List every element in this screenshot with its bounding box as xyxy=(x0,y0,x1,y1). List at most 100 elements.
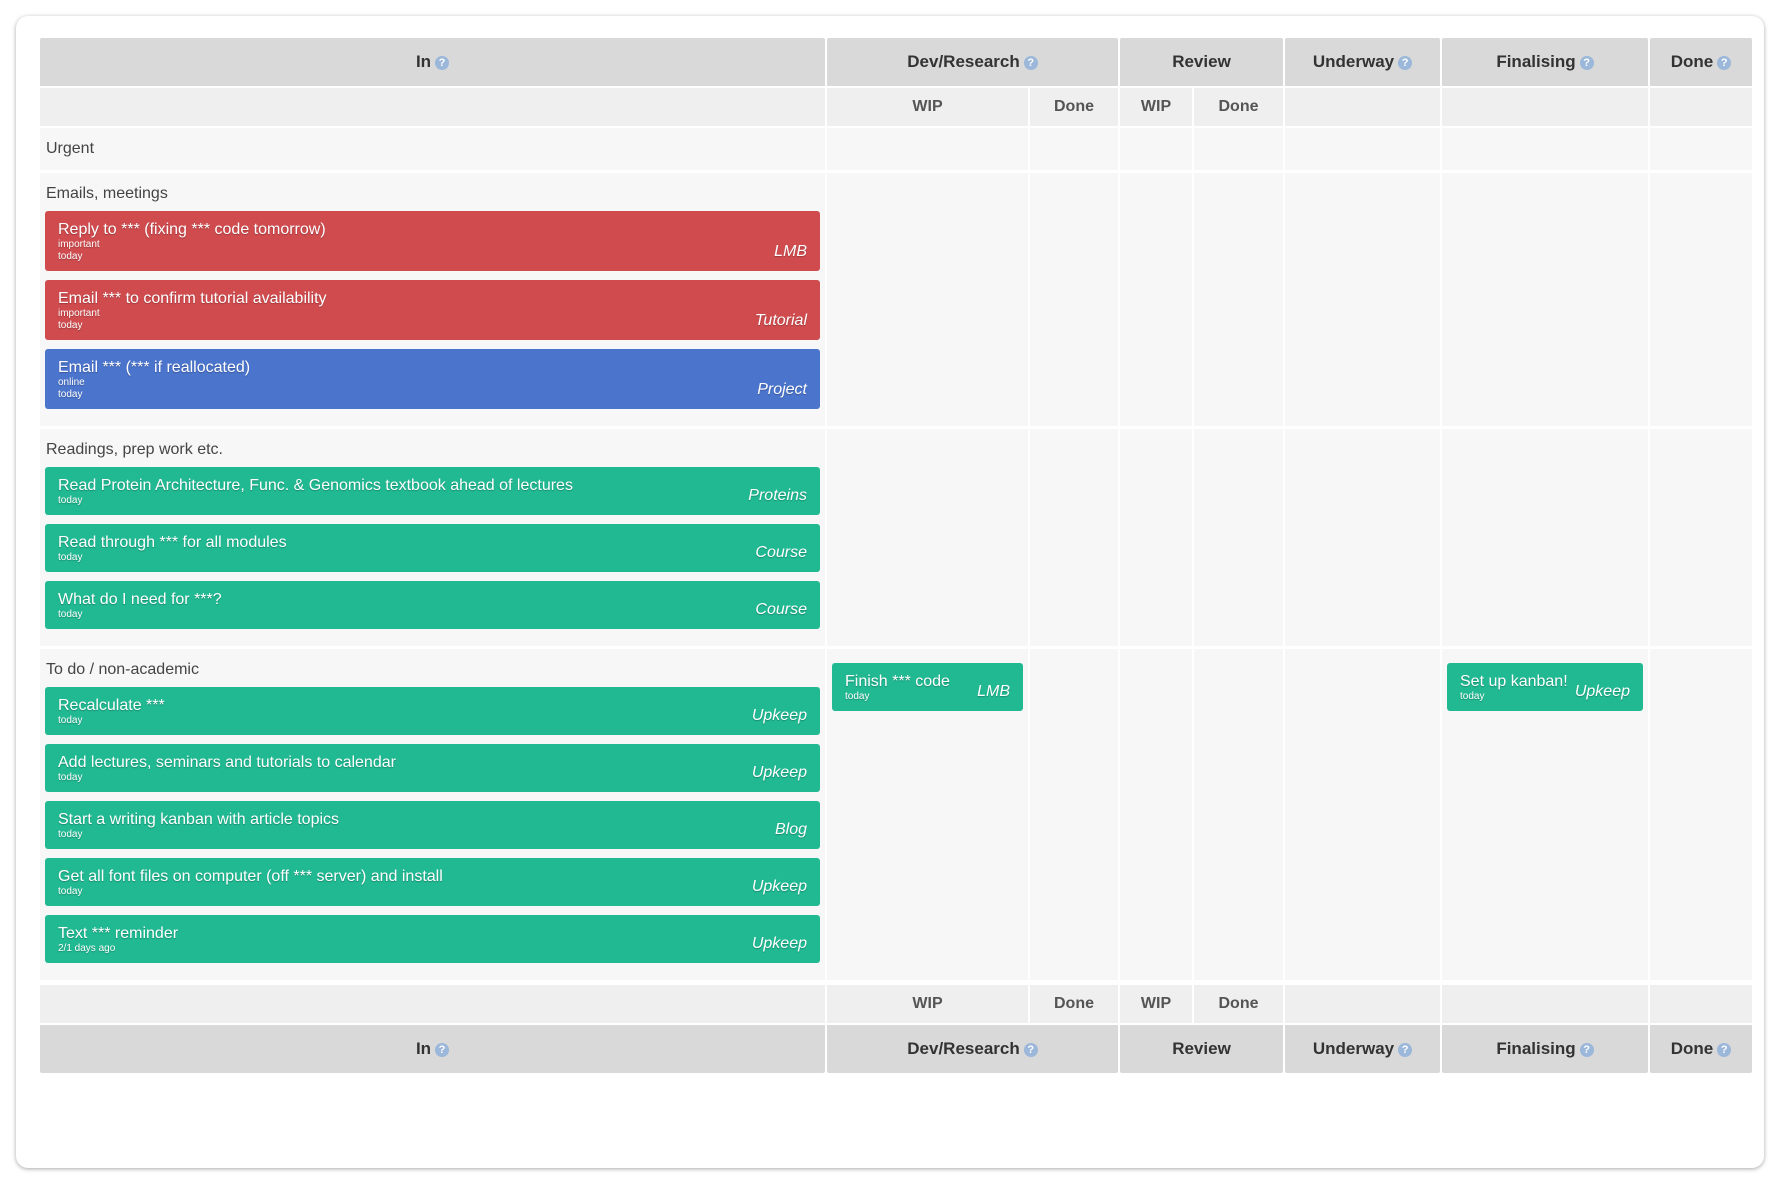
lane-label: Readings, prep work etc. xyxy=(46,441,223,458)
card-title: Get all font files on computer (off *** … xyxy=(58,868,443,885)
subheader-blank xyxy=(40,983,825,1025)
card-meta: today xyxy=(58,715,83,726)
lane-cell xyxy=(1285,173,1440,429)
lane-cell xyxy=(827,429,1028,649)
help-icon[interactable]: ? xyxy=(1023,1043,1038,1057)
task-card[interactable]: Reply to *** (fixing *** code tomorrow) … xyxy=(45,211,820,271)
lane-cell xyxy=(1285,128,1440,173)
card-meta: today xyxy=(58,320,83,331)
subcolumn-header-row: WIP Done WIP Done xyxy=(40,86,1752,128)
task-card[interactable]: Email *** to confirm tutorial availabili… xyxy=(45,280,820,340)
column-footer-row: In? Dev/Research? Review Underway? Final… xyxy=(40,1025,1752,1073)
help-icon[interactable]: ? xyxy=(1579,1043,1594,1057)
column-title: Finalising xyxy=(1496,1039,1576,1058)
lane-urgent: Urgent xyxy=(40,128,1752,173)
lane-cell xyxy=(1650,429,1752,649)
card-meta: important xyxy=(58,308,100,319)
help-icon[interactable]: ? xyxy=(1717,1043,1732,1057)
card-meta: today xyxy=(58,552,83,563)
lane-cell xyxy=(1030,173,1118,429)
lane-cell xyxy=(1442,173,1648,429)
help-icon[interactable]: ? xyxy=(435,56,450,70)
column-footer-dev: Dev/Research? xyxy=(827,1025,1118,1073)
subheader-dev-done: Done xyxy=(1030,86,1118,128)
column-title: Dev/Research xyxy=(907,52,1020,71)
card-list: Reply to *** (fixing *** code tomorrow) … xyxy=(40,211,825,426)
task-card[interactable]: Read through *** for all modules today C… xyxy=(45,524,820,572)
column-header-dev: Dev/Research? xyxy=(827,38,1118,86)
card-tag: Course xyxy=(755,544,807,561)
lane-cell xyxy=(1442,429,1648,649)
lane-label: To do / non-academic xyxy=(46,661,199,678)
lane-cell xyxy=(1650,649,1752,983)
card-meta: today xyxy=(58,772,83,783)
help-icon[interactable]: ? xyxy=(1023,56,1038,70)
task-card[interactable]: Read Protein Architecture, Func. & Genom… xyxy=(45,467,820,515)
task-card[interactable]: Text *** reminder 2/1 days ago Upkeep xyxy=(45,915,820,963)
kanban-board: In? Dev/Research? Review Underway? Final… xyxy=(38,38,1754,1073)
lane-label: Urgent xyxy=(46,140,95,157)
card-tag: LMB xyxy=(774,243,807,260)
help-icon[interactable]: ? xyxy=(1398,1043,1413,1057)
lane-cell xyxy=(1030,128,1118,173)
card-title: Text *** reminder xyxy=(58,925,179,942)
column-header-finalising: Finalising? xyxy=(1442,38,1648,86)
help-icon[interactable]: ? xyxy=(1717,56,1732,70)
column-title: Done xyxy=(1670,1039,1714,1058)
lane-cell-finalising: Set up kanban! today Upkeep xyxy=(1442,649,1648,983)
help-icon[interactable]: ? xyxy=(1579,56,1594,70)
card-meta: today xyxy=(58,495,83,506)
card-list: Recalculate *** today Upkeep Add lecture… xyxy=(40,687,825,980)
lane-cell xyxy=(1120,128,1192,173)
subheader-review-wip: WIP xyxy=(1120,86,1192,128)
column-title: Review xyxy=(1172,1039,1231,1058)
lane-cell-in: Emails, meetings Reply to *** (fixing **… xyxy=(40,173,825,429)
subheader-blank xyxy=(1442,86,1648,128)
column-footer-in: In? xyxy=(40,1025,825,1073)
lane-cell xyxy=(827,173,1028,429)
card-tag: Upkeep xyxy=(1574,683,1630,700)
task-card[interactable]: Get all font files on computer (off *** … xyxy=(45,858,820,906)
subheader-review-done: Done xyxy=(1194,983,1283,1025)
lane-cell xyxy=(1030,649,1118,983)
column-footer-done: Done? xyxy=(1650,1025,1752,1073)
lane-cell xyxy=(1194,173,1283,429)
card-title: Email *** (*** if reallocated) xyxy=(58,359,251,376)
task-card[interactable]: Set up kanban! today Upkeep xyxy=(1447,663,1643,711)
help-icon[interactable]: ? xyxy=(1398,56,1413,70)
card-meta: today xyxy=(58,389,83,400)
card-tag: Proteins xyxy=(748,487,807,504)
subheader-blank xyxy=(1650,983,1752,1025)
card-meta: today xyxy=(58,251,83,262)
task-card[interactable]: Email *** (*** if reallocated) online to… xyxy=(45,349,820,409)
card-tag: Tutorial xyxy=(754,312,807,329)
task-card[interactable]: What do I need for ***? today Course xyxy=(45,581,820,629)
card-tag: Upkeep xyxy=(751,764,807,781)
lane-cell xyxy=(1030,429,1118,649)
lane-cell xyxy=(1194,128,1283,173)
card-tag: Course xyxy=(755,601,807,618)
subheader-blank xyxy=(1442,983,1648,1025)
task-card[interactable]: Recalculate *** today Upkeep xyxy=(45,687,820,735)
column-title: Underway xyxy=(1312,1039,1395,1058)
lane-cell xyxy=(1120,649,1192,983)
lane-cell-in: Readings, prep work etc. Read Protein Ar… xyxy=(40,429,825,649)
card-meta: today xyxy=(58,829,83,840)
subheader-blank xyxy=(40,86,825,128)
task-card[interactable]: Start a writing kanban with article topi… xyxy=(45,801,820,849)
lane-cell xyxy=(1194,649,1283,983)
task-card[interactable]: Finish *** code today LMB xyxy=(832,663,1023,711)
card-meta: 2/1 days ago xyxy=(58,943,116,954)
lane-cell-in: Urgent xyxy=(40,128,825,173)
lane-cell xyxy=(1285,429,1440,649)
card-title: Start a writing kanban with article topi… xyxy=(58,811,340,828)
column-title: Underway xyxy=(1312,52,1395,71)
lane-cell xyxy=(1194,429,1283,649)
task-card[interactable]: Add lectures, seminars and tutorials to … xyxy=(45,744,820,792)
subheader-dev-wip: WIP xyxy=(827,86,1028,128)
column-header-row: In? Dev/Research? Review Underway? Final… xyxy=(40,38,1752,86)
subheader-blank xyxy=(1285,983,1440,1025)
card-tag: Upkeep xyxy=(751,707,807,724)
help-icon[interactable]: ? xyxy=(435,1043,450,1057)
card-tag: Upkeep xyxy=(751,878,807,895)
